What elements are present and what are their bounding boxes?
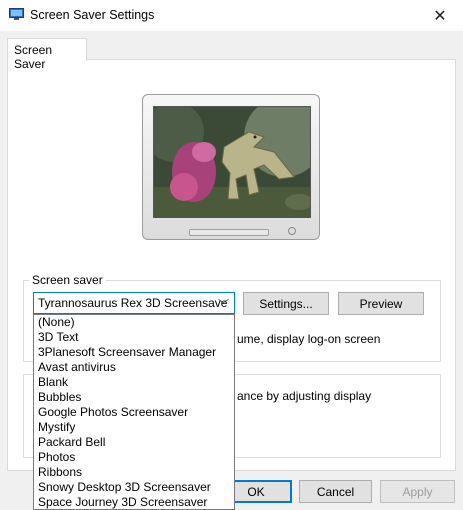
- cancel-button[interactable]: Cancel: [299, 480, 372, 503]
- dropdown-option[interactable]: 3D Text: [34, 330, 234, 345]
- dropdown-option[interactable]: (None): [34, 315, 234, 330]
- monitor-preview: [142, 94, 320, 240]
- apply-button-label: Apply: [402, 484, 433, 499]
- screen-saver-select-value: Tyrannosaurus Rex 3D Screensave: [38, 296, 228, 310]
- dropdown-option[interactable]: Bubbles: [34, 390, 234, 405]
- screen-saver-dropdown-list[interactable]: (None) 3D Text 3Planesoft Screensaver Ma…: [33, 314, 235, 510]
- monitor-frame: [142, 94, 320, 240]
- window-title: Screen Saver Settings: [30, 8, 155, 22]
- power-description: ance by adjusting display: [237, 389, 372, 403]
- screen-saver-app-icon: [9, 8, 24, 20]
- close-button[interactable]: ✕: [417, 0, 463, 31]
- dropdown-option[interactable]: Blank: [34, 375, 234, 390]
- preview-screen: [153, 106, 311, 218]
- dropdown-option[interactable]: Photos: [34, 450, 234, 465]
- tab-screen-saver[interactable]: Screen Saver: [7, 38, 87, 71]
- dropdown-option[interactable]: Packard Bell: [34, 435, 234, 450]
- monitor-drive-slot: [189, 229, 269, 236]
- title-bar: Screen Saver Settings ✕: [0, 0, 463, 31]
- preview-button-label: Preview: [359, 296, 403, 311]
- apply-button[interactable]: Apply: [380, 480, 455, 503]
- dropdown-option[interactable]: Ribbons: [34, 465, 234, 480]
- monitor-power-led: [288, 227, 296, 235]
- cancel-button-label: Cancel: [316, 484, 355, 499]
- dropdown-option[interactable]: Space Journey 3D Screensaver: [34, 495, 234, 509]
- close-icon: ✕: [433, 7, 447, 25]
- tab-label: Screen Saver: [14, 43, 53, 71]
- ok-button-label: OK: [247, 484, 265, 499]
- preview-button[interactable]: Preview: [338, 292, 424, 315]
- dropdown-option[interactable]: Avast antivirus: [34, 360, 234, 375]
- dropdown-option[interactable]: Google Photos Screensaver: [34, 405, 234, 420]
- chevron-down-icon: ﹀: [218, 299, 229, 311]
- screen-saver-select[interactable]: Tyrannosaurus Rex 3D Screensave ﹀: [33, 292, 235, 314]
- settings-button[interactable]: Settings...: [243, 292, 329, 315]
- logon-checkbox-label: ume, display log-on screen: [237, 332, 381, 346]
- screen-saver-group-label: Screen saver: [29, 273, 106, 287]
- dropdown-option[interactable]: Mystify: [34, 420, 234, 435]
- dinosaur-preview-image: [154, 107, 310, 217]
- dropdown-option[interactable]: Snowy Desktop 3D Screensaver: [34, 480, 234, 495]
- dropdown-option[interactable]: 3Planesoft Screensaver Manager: [34, 345, 234, 360]
- settings-button-label: Settings...: [259, 296, 313, 311]
